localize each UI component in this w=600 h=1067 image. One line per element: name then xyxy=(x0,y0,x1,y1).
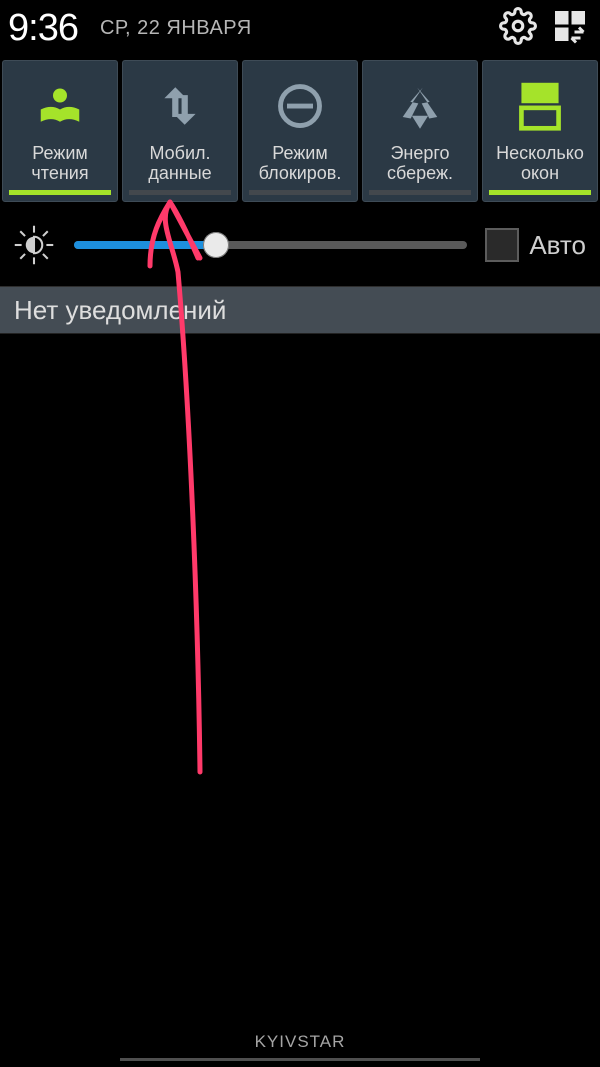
brightness-icon xyxy=(8,219,60,271)
tile-label: Несколько окон xyxy=(485,138,595,184)
tile-label: Энерго сбереж. xyxy=(365,138,475,184)
tile-reading-mode[interactable]: Режим чтения xyxy=(2,60,118,202)
tile-label: Режим чтения xyxy=(5,138,115,184)
auto-brightness-label: Авто xyxy=(529,230,586,261)
carrier-label: KYIVSTAR xyxy=(255,1032,346,1052)
auto-brightness-checkbox[interactable] xyxy=(485,228,519,262)
tile-multi-window[interactable]: Несколько окон xyxy=(482,60,598,202)
brightness-row: Авто xyxy=(0,204,600,286)
clock: 9:36 xyxy=(8,7,78,50)
quick-settings-grid-button[interactable] xyxy=(548,6,592,50)
tile-blocking-mode[interactable]: Режим блокиров. xyxy=(242,60,358,202)
notification-body xyxy=(0,334,600,1058)
multi-window-icon xyxy=(509,75,571,137)
brightness-slider-fill xyxy=(74,241,216,249)
panel-footer[interactable]: KYIVSTAR xyxy=(0,1025,600,1067)
tile-label: Режим блокиров. xyxy=(245,138,355,184)
mobile-data-icon xyxy=(149,75,211,137)
status-date: СР, 22 ЯНВАРЯ xyxy=(100,17,252,40)
panel-handle[interactable] xyxy=(120,1058,480,1061)
tile-mobile-data[interactable]: Мобил. данные xyxy=(122,60,238,202)
settings-button[interactable] xyxy=(496,6,540,50)
gear-icon xyxy=(499,7,537,50)
brightness-slider[interactable] xyxy=(74,225,467,265)
tile-label: Мобил. данные xyxy=(125,138,235,184)
tile-power-saving[interactable]: Энерго сбереж. xyxy=(362,60,478,202)
no-notifications-header: Нет уведомлений xyxy=(0,286,600,334)
grid-icon xyxy=(552,8,588,49)
reading-mode-icon xyxy=(29,75,91,137)
power-saving-icon xyxy=(389,75,451,137)
brightness-slider-thumb[interactable] xyxy=(203,232,229,258)
status-bar: 9:36 СР, 22 ЯНВАРЯ xyxy=(0,0,600,56)
blocking-mode-icon xyxy=(269,75,331,137)
quick-settings-tiles: Режим чтения Мобил. данные Режим блокиро… xyxy=(0,56,600,204)
